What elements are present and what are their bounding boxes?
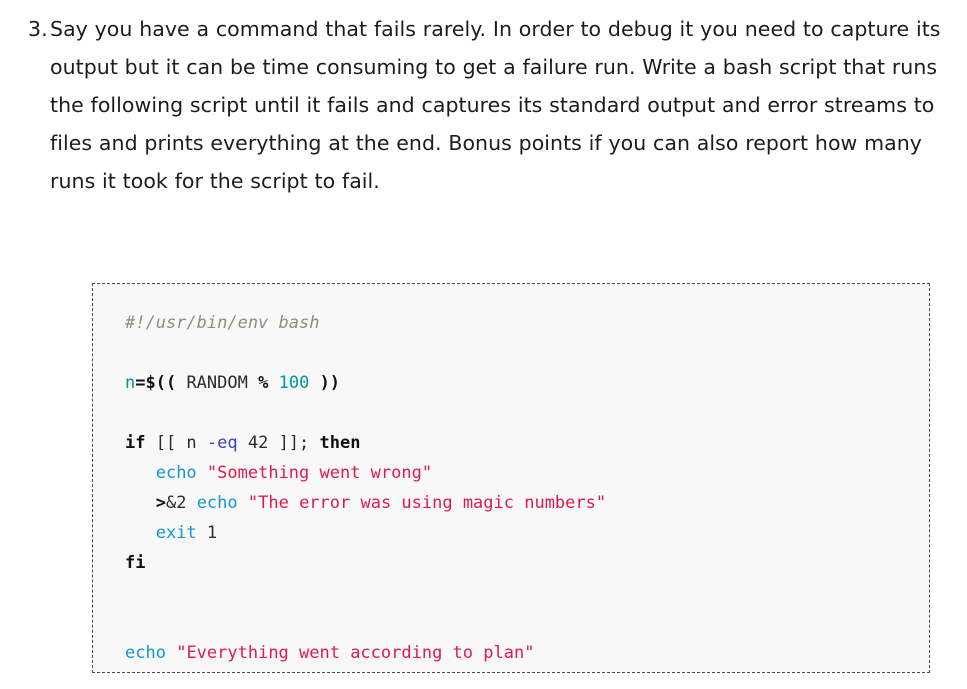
code-token-plain: 1 <box>196 523 218 543</box>
list-item-row: 3. Say you have a command that fails rar… <box>0 10 967 200</box>
document-page: 3. Say you have a command that fails rar… <box>0 0 967 689</box>
code-token-builtin: echo <box>155 463 197 483</box>
code-line: fi <box>125 553 145 573</box>
code-token-op: )) <box>319 373 341 393</box>
code-token-kw: if <box>125 433 146 453</box>
exercise-paragraph: Say you have a command that fails rarely… <box>50 17 941 193</box>
code-token-kw: fi <box>125 553 146 573</box>
code-token-var: n <box>125 373 136 393</box>
code-block-container: #!/usr/bin/env bash n=$(( RANDOM % 100 )… <box>92 283 930 673</box>
code-token-flag: -eq <box>206 433 238 453</box>
code-line: echo "Everything went according to plan" <box>125 643 534 663</box>
code-token-kw: then <box>319 433 361 453</box>
code-token-redir: > <box>155 493 166 513</box>
code-token-builtin: echo <box>125 643 166 663</box>
list-item-marker: 3. <box>28 17 48 41</box>
code-token-string: "The error was using magic numbers" <box>247 493 607 513</box>
bash-code-block[interactable]: #!/usr/bin/env bash n=$(( RANDOM % 100 )… <box>93 284 929 668</box>
code-line: echo "Something went wrong" <box>125 463 432 483</box>
code-token-builtin: exit <box>155 523 197 543</box>
code-token-plain: 42 ]]; <box>237 433 320 453</box>
code-line: if [[ n -eq 42 ]]; then <box>125 433 360 453</box>
code-token-plain: [[ n <box>145 433 207 453</box>
code-token-plain: RANDOM <box>176 373 259 393</box>
code-token-num: 100 <box>278 373 310 393</box>
code-token-op: % <box>258 373 269 393</box>
code-line: >&2 echo "The error was using magic numb… <box>125 493 606 513</box>
exercise-list-item: 3. Say you have a command that fails rar… <box>0 0 967 200</box>
code-token-builtin: echo <box>196 493 238 513</box>
code-line: n=$(( RANDOM % 100 )) <box>125 373 340 393</box>
code-token-plain: &2 <box>165 493 197 513</box>
code-line: #!/usr/bin/env bash <box>125 313 319 333</box>
code-line: exit 1 <box>125 523 217 543</box>
list-item-body: Say you have a command that fails rarely… <box>50 10 967 200</box>
code-token-string: "Everything went according to plan" <box>176 643 535 663</box>
code-token-comment: #!/usr/bin/env bash <box>125 313 320 333</box>
code-token-op: =$(( <box>135 373 177 393</box>
code-token-string: "Something went wrong" <box>206 463 433 483</box>
